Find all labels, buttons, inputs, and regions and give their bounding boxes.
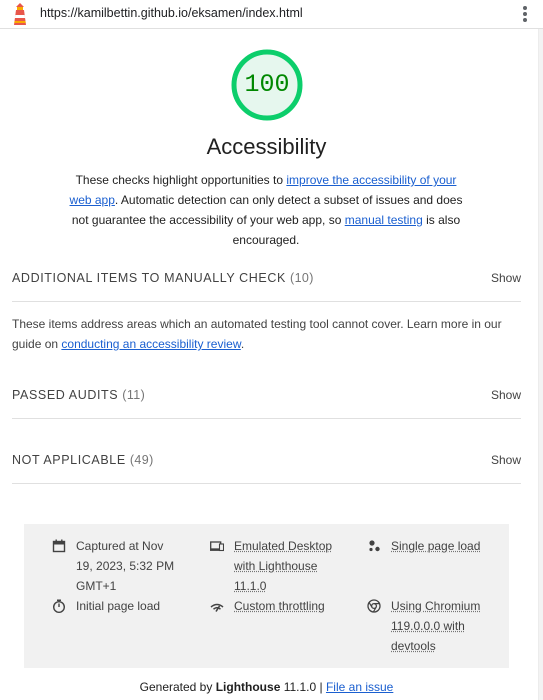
section-title: ADDITIONAL ITEMS TO MANUALLY CHECK [12, 271, 286, 285]
generated-by-footer: Generated by Lighthouse 11.1.0 | File an… [139, 680, 394, 694]
divider [12, 483, 521, 484]
chromium-icon [367, 599, 381, 613]
score-gauge: 100 [230, 48, 304, 122]
single-page-icon [369, 540, 380, 552]
manual-checks-description: These items address areas which an autom… [12, 317, 502, 351]
file-issue-link[interactable]: File an issue [326, 680, 393, 694]
calendar-icon [52, 539, 66, 553]
runtime-settings: Captured at Nov 19, 2023, 5:32 PM GMT+1 Em… [24, 524, 509, 668]
accessibility-review-link[interactable]: conducting an accessibility review [61, 337, 240, 351]
manual-testing-link[interactable]: manual testing [345, 213, 423, 227]
section-title: PASSED AUDITS [12, 388, 119, 402]
section-count: (11) [122, 388, 146, 402]
divider [12, 301, 521, 302]
section-count: (49) [129, 453, 154, 467]
divider [12, 418, 521, 419]
section-count: (10) [290, 271, 314, 285]
score-value: 100 [244, 70, 290, 99]
manual-checks-header[interactable]: ADDITIONAL ITEMS TO MANUALLY CHECK (10) … [12, 271, 521, 291]
lighthouse-name: Lighthouse [215, 680, 281, 694]
category-title: Accessibility [206, 134, 327, 159]
stopwatch-icon [53, 599, 65, 613]
manual-checks-show-toggle[interactable]: Show [491, 271, 521, 285]
kebab-menu-icon[interactable] [519, 5, 531, 25]
desktop-icon [210, 541, 224, 552]
section-title: NOT APPLICABLE [12, 453, 126, 467]
throttling-icon [210, 603, 224, 612]
category-description: These checks highlight opportunities to … [69, 173, 463, 247]
browser-toolbar: https://kamilbettin.github.io/eksamen/in… [0, 0, 543, 29]
not-applicable-show-toggle[interactable]: Show [491, 453, 521, 467]
scrollbar-track[interactable] [538, 29, 543, 700]
lighthouse-icon [14, 3, 26, 25]
url-text[interactable]: https://kamilbettin.github.io/eksamen/in… [40, 6, 303, 20]
passed-audits-header[interactable]: PASSED AUDITS (11) Show [12, 388, 521, 408]
not-applicable-header[interactable]: NOT APPLICABLE (49) Show [12, 453, 521, 473]
passed-audits-show-toggle[interactable]: Show [491, 388, 521, 402]
